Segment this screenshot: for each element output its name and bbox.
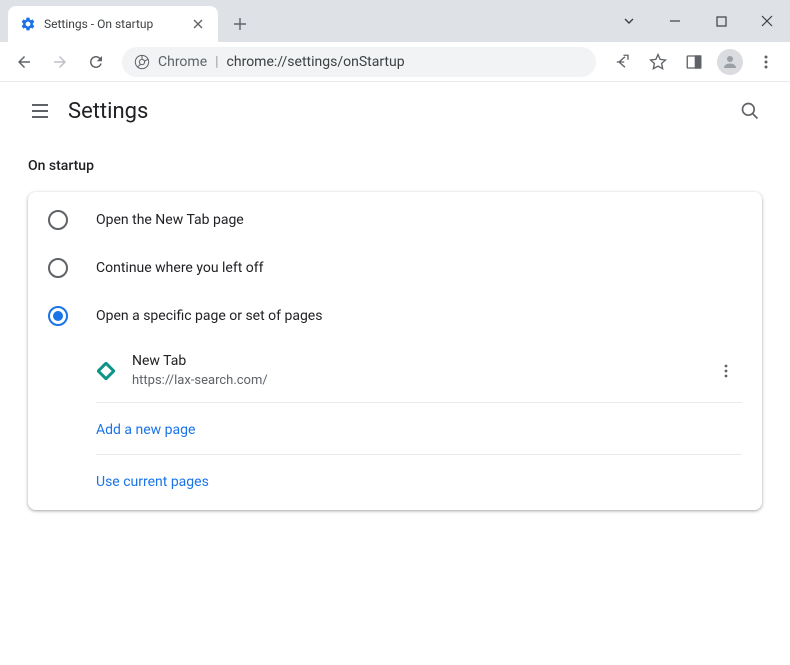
page-favicon-icon [96, 361, 116, 381]
radio-label: Open the New Tab page [96, 212, 244, 228]
radio-icon [48, 306, 68, 326]
share-icon[interactable] [606, 46, 638, 78]
omnibox-prefix: Chrome [158, 54, 207, 70]
minimize-button[interactable] [652, 6, 698, 36]
titlebar: Settings - On startup [0, 0, 790, 42]
startup-pages: New Tab https://lax-search.com/ Add a ne… [96, 340, 742, 506]
omnibox-url: chrome://settings/onStartup [227, 54, 405, 70]
omnibox-separator: | [215, 54, 218, 70]
maximize-button[interactable] [698, 6, 744, 36]
tab-title: Settings - On startup [44, 17, 182, 31]
use-current-row[interactable]: Use current pages [96, 455, 742, 506]
bookmark-icon[interactable] [642, 46, 674, 78]
omnibox[interactable]: Chrome | chrome://settings/onStartup [122, 47, 596, 77]
radio-specific-pages[interactable]: Open a specific page or set of pages [28, 292, 762, 340]
radio-new-tab[interactable]: Open the New Tab page [28, 196, 762, 244]
tab-search-button[interactable] [606, 6, 652, 36]
radio-continue[interactable]: Continue where you left off [28, 244, 762, 292]
startup-page-title: New Tab [132, 352, 694, 372]
startup-page-row: New Tab https://lax-search.com/ [96, 340, 742, 402]
settings-header: Settings [0, 82, 790, 140]
add-page-link: Add a new page [96, 422, 195, 438]
startup-page-url: https://lax-search.com/ [132, 372, 694, 390]
close-window-button[interactable] [744, 6, 790, 36]
startup-card: Open the New Tab page Continue where you… [28, 192, 762, 510]
profile-button[interactable] [714, 46, 746, 78]
side-panel-icon[interactable] [678, 46, 710, 78]
more-actions-icon[interactable] [710, 355, 742, 387]
hamburger-icon[interactable] [20, 91, 60, 131]
radio-label: Open a specific page or set of pages [96, 308, 322, 324]
gear-icon [20, 16, 36, 32]
section-title: On startup [28, 158, 762, 174]
new-tab-button[interactable] [226, 10, 254, 38]
page-title: Settings [68, 99, 148, 124]
use-current-link: Use current pages [96, 474, 209, 490]
toolbar: Chrome | chrome://settings/onStartup [0, 42, 790, 82]
content: On startup Open the New Tab page Continu… [0, 140, 790, 528]
search-icon[interactable] [730, 91, 770, 131]
window-controls [606, 0, 790, 42]
reload-button[interactable] [80, 46, 112, 78]
menu-icon[interactable] [750, 46, 782, 78]
radio-label: Continue where you left off [96, 260, 264, 276]
close-icon[interactable] [190, 16, 206, 32]
add-page-row[interactable]: Add a new page [96, 403, 742, 454]
avatar-icon [717, 49, 743, 75]
back-button[interactable] [8, 46, 40, 78]
browser-tab[interactable]: Settings - On startup [8, 6, 218, 42]
radio-icon [48, 210, 68, 230]
forward-button[interactable] [44, 46, 76, 78]
chrome-icon [134, 54, 150, 70]
page-info: New Tab https://lax-search.com/ [132, 352, 694, 390]
radio-icon [48, 258, 68, 278]
